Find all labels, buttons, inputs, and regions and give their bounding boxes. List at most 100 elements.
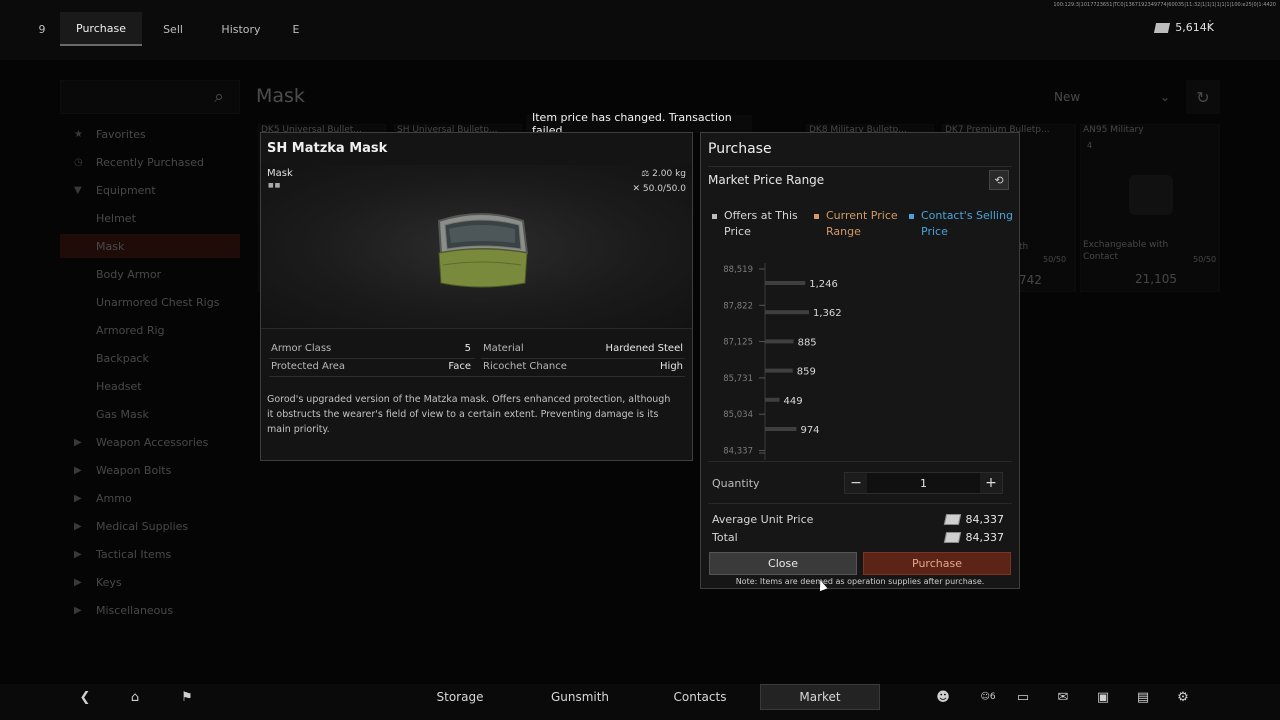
tab-hotkey-9: 9 — [38, 22, 46, 36]
sidebar-item[interactable]: Body Armor — [60, 262, 240, 286]
chart-data-label: 885 — [798, 337, 817, 348]
sidebar-item[interactable]: Headset — [60, 374, 240, 398]
sort-dropdown[interactable]: New ⌄ — [1040, 80, 1180, 114]
sidebar-item[interactable]: ▶ Miscellaneous — [60, 598, 240, 622]
refresh-price-icon[interactable]: ⟲ — [989, 170, 1009, 190]
currency-icon — [943, 532, 961, 543]
quantity-stepper[interactable]: − 1 + — [844, 472, 1003, 494]
sidebar-item-label: Armored Rig — [96, 323, 165, 337]
triangle-down-icon: ▼ — [74, 184, 82, 196]
chart-bar — [765, 310, 809, 315]
average-unit-price-value: 84,337 — [965, 513, 1005, 526]
sidebar-item[interactable]: Backpack — [60, 346, 240, 370]
sidebar-item-label: Ammo — [96, 491, 132, 505]
item-card-durability: 50/50 — [1043, 255, 1067, 264]
refresh-button[interactable]: ↻ — [1186, 80, 1220, 114]
sidebar-item[interactable]: Gas Mask — [60, 402, 240, 426]
chart-data-label: 1,362 — [813, 308, 842, 319]
nav-storage[interactable]: Storage — [400, 684, 520, 710]
sidebar-item-label: Medical Supplies — [96, 519, 189, 533]
chart-bar — [765, 397, 780, 402]
chart-tick-label: 84,337 — [723, 447, 753, 457]
briefcase-icon[interactable]: ▣ — [1094, 688, 1112, 706]
item-card[interactable]: AN95 Military 4 Exchangeable with Contac… — [1080, 124, 1220, 292]
sidebar-item[interactable]: Unarmored Chest Rigs — [60, 290, 240, 314]
close-button[interactable]: Close — [709, 552, 857, 575]
chart-tick-label: 85,034 — [723, 410, 753, 420]
item-type: Mask — [267, 168, 293, 179]
sidebar-item[interactable]: Mask — [60, 234, 240, 258]
info-icon[interactable]: ⋮ — [1202, 18, 1218, 36]
item-card-title: AN95 Military — [1083, 125, 1144, 135]
sidebar-item-label: Weapon Bolts — [96, 463, 172, 477]
sidebar-item-label: Weapon Accessories — [96, 435, 209, 449]
stat-label: Armor Class — [271, 343, 332, 354]
flag-icon[interactable]: ⚑ — [178, 688, 196, 706]
sort-label: New — [1054, 90, 1081, 104]
currency-icon — [1154, 22, 1171, 33]
chart-bar — [765, 427, 797, 431]
mail-icon[interactable]: ✉ — [1054, 688, 1072, 706]
back-icon[interactable]: ❮ — [76, 688, 94, 706]
sidebar-item[interactable]: ◷ Recently Purchased — [60, 150, 240, 174]
search-icon[interactable]: ⌕ — [205, 84, 233, 110]
sidebar-item[interactable]: ▶ Medical Supplies — [60, 514, 240, 538]
sidebar-item-label: Keys — [96, 575, 122, 589]
sidebar-item[interactable]: ▶ Tactical Items — [60, 542, 240, 566]
quantity-value[interactable]: 1 — [867, 473, 980, 493]
friends-icon[interactable]: ☻ — [934, 688, 952, 706]
legend-swatch — [909, 214, 914, 219]
home-icon[interactable]: ⌂ — [126, 688, 144, 706]
debug-info-text: 100:129:3|1017723651|TC0|1367192349774|6… — [1053, 2, 1276, 8]
currency-icon — [943, 514, 961, 525]
price-range-chart: 88,519 87,822 87,125 85,731 85,034 84,337 1,24… — [723, 263, 842, 460]
triangle-right-icon: ▶ — [74, 548, 82, 560]
sidebar-item[interactable]: ▼ Equipment — [60, 178, 240, 202]
chat-icon[interactable]: ▭ — [1014, 688, 1032, 706]
purchase-button[interactable]: Purchase — [863, 552, 1011, 575]
tab-sell[interactable]: Sell — [148, 12, 198, 46]
item-card-note: th — [1019, 242, 1029, 252]
average-unit-price-label: Average Unit Price — [712, 513, 814, 526]
item-weight: ⚖ 2.00 kg — [641, 169, 686, 179]
tab-purchase[interactable]: Purchase — [60, 12, 142, 46]
divider — [269, 376, 685, 377]
item-durability-value: 50.0/50.0 — [642, 184, 686, 194]
item-weight-value: 2.00 kg — [652, 169, 686, 179]
divider — [708, 166, 1012, 167]
document-icon[interactable]: ▤ — [1134, 688, 1152, 706]
divider — [269, 358, 475, 359]
triangle-right-icon: ▶ — [74, 436, 82, 448]
nav-contacts[interactable]: Contacts — [640, 684, 760, 710]
purchase-panel: Purchase Market Price Range ⟲ Offers at … — [700, 132, 1020, 589]
sidebar-item[interactable]: Helmet — [60, 206, 240, 230]
settings-icon[interactable]: ⚙ — [1174, 688, 1192, 706]
sidebar-item[interactable]: ▶ Weapon Bolts — [60, 458, 240, 482]
quantity-increase-button[interactable]: + — [980, 473, 1002, 493]
stat-value: Face — [448, 361, 471, 372]
nav-market[interactable]: Market — [760, 684, 880, 710]
sidebar-item[interactable]: ▶ Weapon Accessories — [60, 430, 240, 454]
sidebar-item[interactable]: Armored Rig — [60, 318, 240, 342]
total-price-value: 84,337 — [965, 531, 1005, 544]
nav-gunsmith[interactable]: Gunsmith — [520, 684, 640, 710]
triangle-right-icon: ▶ — [74, 520, 82, 532]
sidebar-item-label: Headset — [96, 379, 142, 393]
sidebar-item-label: Favorites — [96, 127, 146, 141]
item-card-note: Exchangeable with Contact — [1083, 240, 1169, 262]
chart-tick-label: 88,519 — [723, 265, 753, 275]
chart-tick-label: 87,125 — [723, 338, 753, 348]
stat-label: Protected Area — [271, 361, 346, 372]
sidebar-item[interactable]: ▶ Keys — [60, 570, 240, 594]
quantity-decrease-button[interactable]: − — [845, 473, 867, 493]
item-card-price: 742 — [1019, 273, 1042, 287]
stat-label: Ricochet Chance — [483, 361, 567, 372]
tab-history[interactable]: History — [210, 12, 272, 46]
sidebar-item-label: Helmet — [96, 211, 136, 225]
party-icon[interactable]: ☺ 6 — [976, 688, 1000, 706]
chart-bar — [765, 339, 794, 344]
sidebar-item[interactable]: ★ Favorites — [60, 122, 240, 146]
total-price: 84,337 — [943, 531, 1005, 544]
purchase-panel-title: Purchase — [708, 141, 772, 157]
sidebar-item[interactable]: ▶ Ammo — [60, 486, 240, 510]
